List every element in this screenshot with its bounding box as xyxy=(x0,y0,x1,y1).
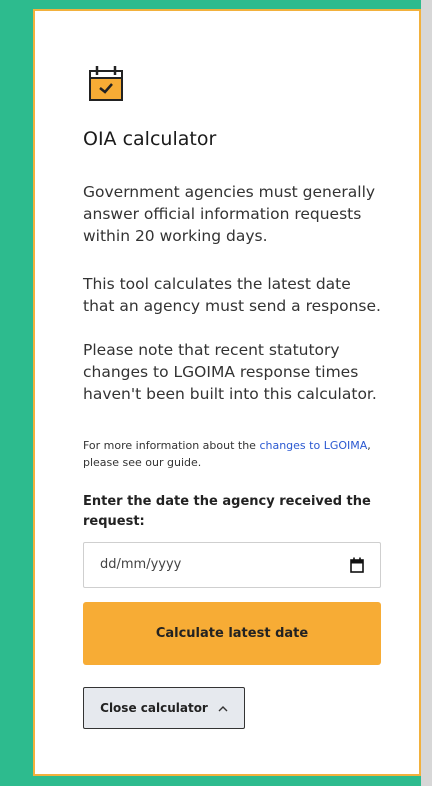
more-info-note: For more information about the changes t… xyxy=(83,437,373,471)
close-calculator-button[interactable]: Close calculator xyxy=(83,687,245,729)
close-calculator-label: Close calculator xyxy=(100,701,208,715)
tool-description: This tool calculates the latest date tha… xyxy=(83,275,381,315)
calendar-check-icon xyxy=(89,66,123,101)
scrollbar-track[interactable] xyxy=(421,0,432,786)
calculator-title: OIA calculator xyxy=(83,128,217,150)
changes-to-lgoima-link[interactable]: changes to LGOIMA xyxy=(259,439,367,452)
date-received-input[interactable]: dd/mm/yyyy xyxy=(83,542,381,588)
page: OIA calculator Government agencies must … xyxy=(0,0,432,786)
calendar-icon[interactable] xyxy=(350,557,364,573)
date-received-label: Enter the date the agency received the r… xyxy=(83,494,371,529)
oia-calculator-card: OIA calculator Government agencies must … xyxy=(33,9,421,776)
date-placeholder: dd/mm/yyyy xyxy=(100,557,182,572)
chevron-up-icon xyxy=(218,705,228,711)
note-text-before: For more information about the xyxy=(83,439,260,452)
calculate-latest-date-button[interactable]: Calculate latest date xyxy=(83,602,381,665)
lgoima-notice: Please note that recent statutory change… xyxy=(83,341,377,403)
intro-paragraph: Government agencies must generally answe… xyxy=(83,183,376,245)
close-button-content: Close calculator xyxy=(100,701,228,715)
